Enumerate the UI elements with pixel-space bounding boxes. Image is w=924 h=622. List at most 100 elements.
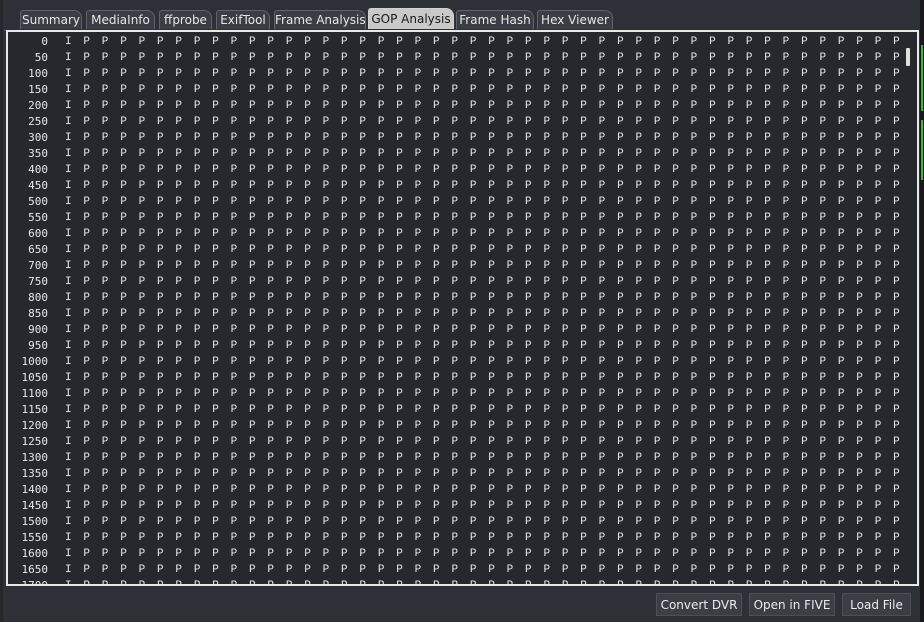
gop-row: 250 I P P P P P P P P P P P P P P P P P P…	[8, 114, 899, 130]
frame-type-sequence: I P P P P P P P P P P P P P P P P P P P …	[65, 500, 899, 512]
tab-frame-hash[interactable]: Frame Hash	[456, 10, 534, 29]
frame-index: 650	[28, 243, 48, 256]
frame-index: 1550	[21, 531, 49, 544]
gop-row: 50 I P P P P P P P P P P P P P P P P P P …	[8, 50, 899, 66]
frame-index: 450	[28, 179, 48, 192]
frame-type-sequence: I P P P P P P P P P P P P P P P P P P P …	[65, 324, 899, 336]
frame-type-sequence: I P P P P P P P P P P P P P P P P P P P …	[65, 404, 899, 416]
convert-dvr-button[interactable]: Convert DVR	[656, 593, 742, 616]
scrollbar-thumb[interactable]	[906, 48, 910, 66]
tab-exiftool[interactable]: ExifTool	[216, 10, 270, 29]
gop-row: 150 I P P P P P P P P P P P P P P P P P P…	[8, 82, 899, 98]
tab-mediainfo[interactable]: MediaInfo	[86, 10, 155, 29]
frame-index: 1350	[21, 467, 49, 480]
frame-index: 1050	[21, 371, 49, 384]
frame-type-sequence: I P P P P P P P P P P P P P P P P P P P …	[65, 532, 899, 544]
frame-type-sequence: I P P P P P P P P P P P P P P P P P P P …	[65, 484, 899, 496]
frame-type-sequence: I P P P P P P P P P P P P P P P P P P P …	[65, 308, 899, 320]
gop-row: 200 I P P P P P P P P P P P P P P P P P P…	[8, 98, 899, 114]
gop-row: 1350 I P P P P P P P P P P P P P P P P P …	[8, 466, 900, 482]
frame-type-sequence: I P P P P P P P P P P P P P P P P P P P …	[65, 356, 899, 368]
open-in-five-button[interactable]: Open in FIVE	[749, 593, 835, 616]
frame-index: 1600	[21, 547, 49, 560]
frame-index: 1150	[21, 403, 49, 416]
frame-index: 1000	[21, 355, 49, 368]
frame-type-sequence: I P P P P P P P P P P P P P P P P P P P …	[65, 420, 899, 432]
frame-index: 1700	[8, 578, 49, 584]
gop-row: 500 I P P P P P P P P P P P P P P P P P P…	[8, 194, 899, 210]
frame-index: 250	[28, 115, 48, 128]
frame-type-sequence: I P P P P P P P P P P P P P P P P P P P …	[65, 148, 899, 160]
frame-type-sequence: I P P P P P P P P P P P P P P P P P P P …	[65, 164, 899, 176]
gop-row: 1600 I P P P P P P P P P P P P P P P P P …	[8, 546, 900, 562]
gop-row: 450 I P P P P P P P P P P P P P P P P P P…	[8, 178, 899, 194]
frame-type-sequence: I P P P P P P P P P P P P P P P P P P P …	[65, 548, 899, 560]
tab-summary[interactable]: Summary	[20, 10, 82, 29]
frame-type-sequence: I P P P P P P P P P P P P P P P P P P P …	[65, 260, 899, 272]
window-left-edge	[0, 0, 3, 622]
gop-row: 850 I P P P P P P P P P P P P P P P P P P…	[8, 306, 899, 322]
gop-row: 1150 I P P P P P P P P P P P P P P P P P …	[8, 402, 900, 418]
frame-type-sequence: I P P P P P P P P P P P P P P P P P P P …	[65, 516, 899, 528]
frame-index: 50	[34, 51, 48, 64]
frame-index: 350	[28, 147, 48, 160]
gop-row: 700 I P P P P P P P P P P P P P P P P P P…	[8, 258, 899, 274]
frame-index: 1200	[21, 419, 49, 432]
frame-type-sequence: I P P P P P P P P P P P P P P P P P P P …	[65, 196, 899, 208]
frame-type-sequence: I P P P P P P P P P P P P P P P P P P P …	[65, 212, 899, 224]
frame-type-sequence: I P P P P P P P P P P P P P P P P P P P …	[65, 372, 899, 384]
gop-row: 350 I P P P P P P P P P P P P P P P P P P…	[8, 146, 899, 162]
frame-type-sequence: I P P P P P P P P P P P P P P P P P P P …	[65, 244, 899, 256]
frame-index: 600	[28, 227, 48, 240]
frame-type-sequence: I P P P P P P P P P P P P P P P P P P P …	[65, 292, 899, 304]
green-indicator	[921, 45, 923, 111]
frame-index: 1400	[21, 483, 49, 496]
frame-index: 950	[28, 339, 48, 352]
frame-index: 1300	[21, 451, 49, 464]
frame-index: 1650	[21, 563, 49, 576]
frame-index: 500	[28, 195, 48, 208]
gop-text-view[interactable]: 0 I P P P P P P P P P P P P P P P P P P P…	[8, 32, 900, 584]
frame-index: 400	[28, 163, 48, 176]
vertical-scrollbar[interactable]	[899, 32, 917, 584]
tab-hex-viewer[interactable]: Hex Viewer	[537, 10, 613, 29]
frame-type-sequence: I P P P P P P P P P P P P P P P P P P P …	[65, 132, 899, 144]
frame-index: 900	[28, 323, 48, 336]
gop-row: 950 I P P P P P P P P P P P P P P P P P P…	[8, 338, 899, 354]
frame-index: 100	[28, 67, 48, 80]
frame-type-sequence: I P P P P P P P P P P P P P P P P P P P …	[65, 340, 899, 352]
frame-type-sequence: I P P P P P P P P P P P P P P P P P P P …	[65, 468, 899, 480]
gop-analysis-panel: 0 I P P P P P P P P P P P P P P P P P P P…	[6, 30, 919, 586]
frame-type-sequence: I P P P P P P P P P P P P P P P P P P P …	[65, 100, 899, 112]
frame-type-sequence: I P P P P P P P P P P P P P P P P P P P …	[65, 578, 899, 584]
main-window: Summary MediaInfo ffprobe ExifTool Frame…	[0, 0, 920, 622]
frame-index: 850	[28, 307, 48, 320]
gop-row: 1300 I P P P P P P P P P P P P P P P P P …	[8, 450, 900, 466]
frame-index: 700	[28, 259, 48, 272]
gop-row: 1700 I P P P P P P P P P P P P P P P P P …	[8, 578, 900, 584]
gop-row: 300 I P P P P P P P P P P P P P P P P P P…	[8, 130, 899, 146]
tab-ffprobe[interactable]: ffprobe	[159, 10, 212, 29]
load-file-button[interactable]: Load File	[842, 593, 911, 616]
frame-index: 750	[28, 275, 48, 288]
gop-row: 1400 I P P P P P P P P P P P P P P P P P …	[8, 482, 900, 498]
green-indicator	[921, 120, 923, 180]
adjacent-window-edge	[920, 0, 924, 622]
gop-row: 1500 I P P P P P P P P P P P P P P P P P …	[8, 514, 900, 530]
frame-index: 1250	[21, 435, 49, 448]
frame-index: 300	[28, 131, 48, 144]
gop-row: 650 I P P P P P P P P P P P P P P P P P P…	[8, 242, 899, 258]
gop-row: 400 I P P P P P P P P P P P P P P P P P P…	[8, 162, 899, 178]
gop-row: 800 I P P P P P P P P P P P P P P P P P P…	[8, 290, 899, 306]
frame-index: 200	[28, 99, 48, 112]
gop-row: 1200 I P P P P P P P P P P P P P P P P P …	[8, 418, 900, 434]
frame-type-sequence: I P P P P P P P P P P P P P P P P P P P …	[65, 228, 899, 240]
frame-type-sequence: I P P P P P P P P P P P P P P P P P P P …	[65, 52, 899, 64]
frame-index: 550	[28, 211, 48, 224]
tab-frame-analysis[interactable]: Frame Analysis	[274, 10, 366, 29]
gop-row: 0 I P P P P P P P P P P P P P P P P P P P…	[8, 34, 899, 50]
tab-gop-analysis[interactable]: GOP Analysis	[368, 8, 454, 29]
frame-type-sequence: I P P P P P P P P P P P P P P P P P P P …	[65, 36, 899, 48]
frame-index: 150	[28, 83, 48, 96]
frame-index: 1100	[21, 387, 49, 400]
